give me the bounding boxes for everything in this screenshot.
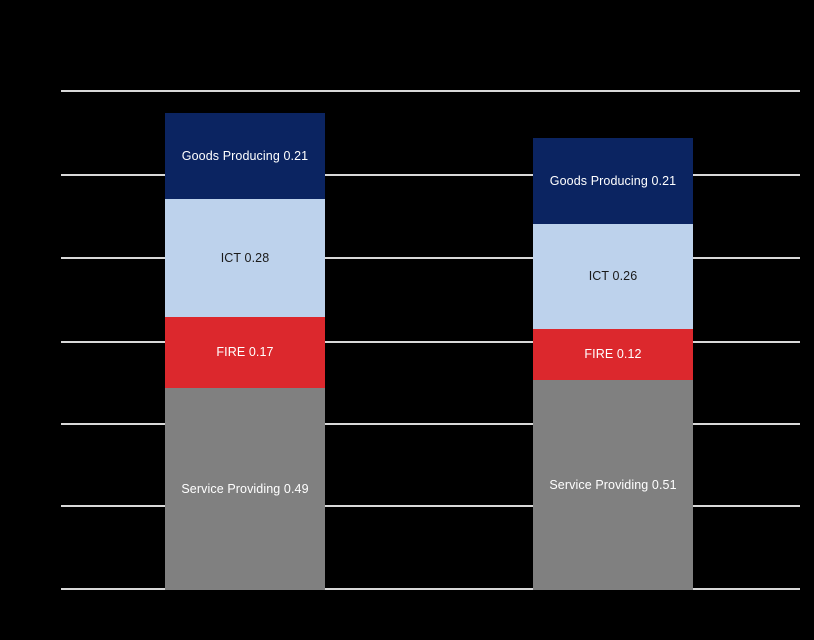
bar-segment-goods-producing[interactable]: Goods Producing 0.21 (165, 113, 325, 199)
segment-label: Goods Producing 0.21 (549, 173, 677, 188)
segment-label: FIRE 0.12 (584, 347, 642, 362)
segment-label: Service Providing 0.49 (181, 481, 309, 496)
segment-label: ICT 0.28 (220, 250, 270, 265)
bar-segment-goods-producing[interactable]: Goods Producing 0.21 (533, 138, 693, 224)
bar-segment-service-providing[interactable]: Service Providing 0.49 (165, 388, 325, 590)
plot-area: Goods Producing 0.21 ICT 0.28 FIRE 0.17 Ser… (0, 0, 814, 640)
bar-segment-ict[interactable]: ICT 0.26 (533, 224, 693, 329)
gridline-0 (61, 90, 800, 92)
segment-label: FIRE 0.17 (216, 345, 274, 360)
bar-segment-service-providing[interactable]: Service Providing 0.51 (533, 380, 693, 590)
bar-segment-fire[interactable]: FIRE 0.17 (165, 317, 325, 388)
bar-segment-fire[interactable]: FIRE 0.12 (533, 329, 693, 380)
chart-root: Goods Producing 0.21 ICT 0.28 FIRE 0.17 Ser… (0, 0, 814, 640)
segment-label: ICT 0.26 (588, 269, 638, 284)
bar-segment-ict[interactable]: ICT 0.28 (165, 199, 325, 317)
segment-label: Service Providing 0.51 (549, 477, 677, 492)
segment-label: Goods Producing 0.21 (181, 148, 309, 163)
